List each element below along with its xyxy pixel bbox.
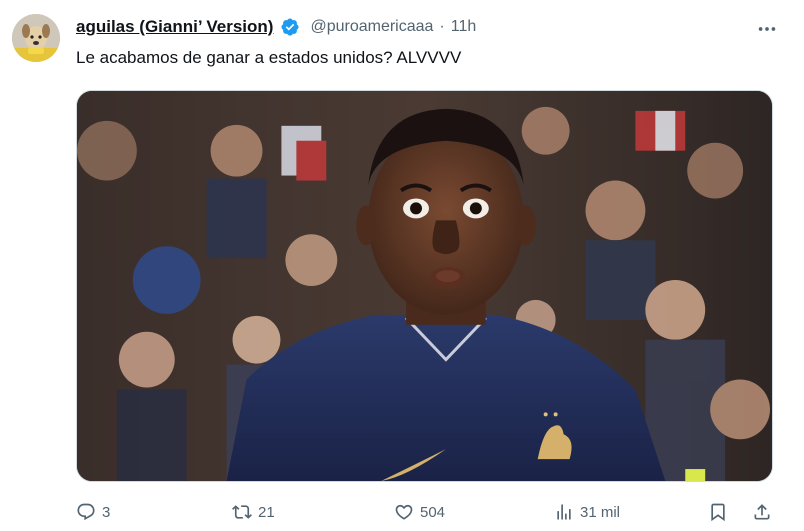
header-separator: · — [439, 18, 445, 35]
views-button[interactable]: 31 mil — [554, 498, 620, 526]
views-count: 31 mil — [580, 503, 621, 521]
repost-count: 21 — [258, 503, 275, 521]
reply-button[interactable]: 3 — [76, 498, 110, 526]
dog-avatar-image — [12, 14, 60, 62]
author-display-name[interactable]: aguilas (Gianni’ Version) — [76, 17, 273, 37]
reply-count: 3 — [102, 503, 111, 521]
reply-icon — [77, 503, 95, 521]
tweet-actions: 3 21 504 31 mil — [76, 498, 776, 526]
like-button[interactable]: 504 — [394, 498, 445, 526]
share-button[interactable] — [752, 498, 772, 526]
avatar[interactable] — [12, 14, 60, 62]
tweet-media-image[interactable] — [76, 90, 773, 482]
views-chart-icon — [557, 504, 571, 520]
tweet-text: Le acabamos de ganar a estados unidos? A… — [76, 48, 462, 67]
repost-button[interactable]: 21 — [232, 498, 275, 526]
bookmark-button[interactable] — [708, 498, 728, 526]
like-count: 504 — [420, 503, 446, 521]
heart-icon — [395, 504, 413, 520]
tweet-card[interactable]: aguilas (Gianni’ Version) @puroamericaaa… — [0, 0, 804, 531]
share-icon — [754, 504, 770, 520]
repost-icon — [232, 505, 252, 519]
bookmark-icon — [711, 503, 725, 522]
verified-badge-icon[interactable] — [280, 17, 300, 37]
author-handle[interactable]: @puroamericaaa — [310, 18, 433, 36]
tweet-header: aguilas (Gianni’ Version) @puroamericaaa… — [76, 14, 744, 40]
more-button[interactable] — [756, 18, 778, 40]
photo-surprised-player — [77, 91, 772, 481]
timestamp[interactable]: 11h — [451, 18, 477, 36]
more-dots-icon — [758, 27, 776, 31]
